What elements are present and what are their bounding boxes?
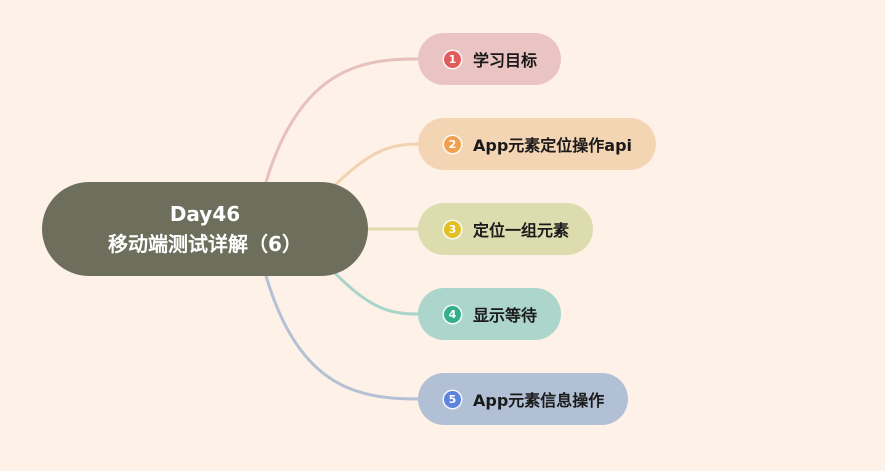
branch-label: 学习目标 (473, 51, 538, 70)
branch-label: 定位一组元素 (473, 221, 570, 240)
central-topic-subtitle: 移动端测试详解（6） (108, 232, 302, 256)
branch-node-locate-element-group[interactable]: 3 定位一组元素 (418, 203, 594, 255)
connector-line (264, 275, 421, 401)
branch-node-element-locating-api[interactable]: 2 App元素定位操作api (418, 118, 657, 170)
connector-line (264, 57, 421, 183)
connector-line (328, 266, 421, 316)
central-topic-title: Day46 (169, 202, 241, 226)
number-3-icon: 3 (444, 220, 461, 238)
central-topic-node[interactable]: Day46 移动端测试详解（6） (42, 182, 368, 276)
branch-node-explicit-wait[interactable]: 4 显示等待 (418, 288, 562, 340)
branch-node-learning-goals[interactable]: 1 学习目标 (418, 33, 562, 85)
branch-label: App元素信息操作 (473, 391, 605, 410)
branch-label: App元素定位操作api (473, 136, 633, 155)
number-1-icon: 1 (444, 50, 461, 68)
connector-line (328, 142, 421, 192)
number-2-icon: 2 (444, 135, 461, 153)
branch-label: 显示等待 (473, 306, 538, 325)
branch-node-element-info-operations[interactable]: 5 App元素信息操作 (418, 373, 629, 425)
number-4-icon: 4 (444, 305, 461, 323)
number-5-icon: 5 (444, 390, 461, 408)
